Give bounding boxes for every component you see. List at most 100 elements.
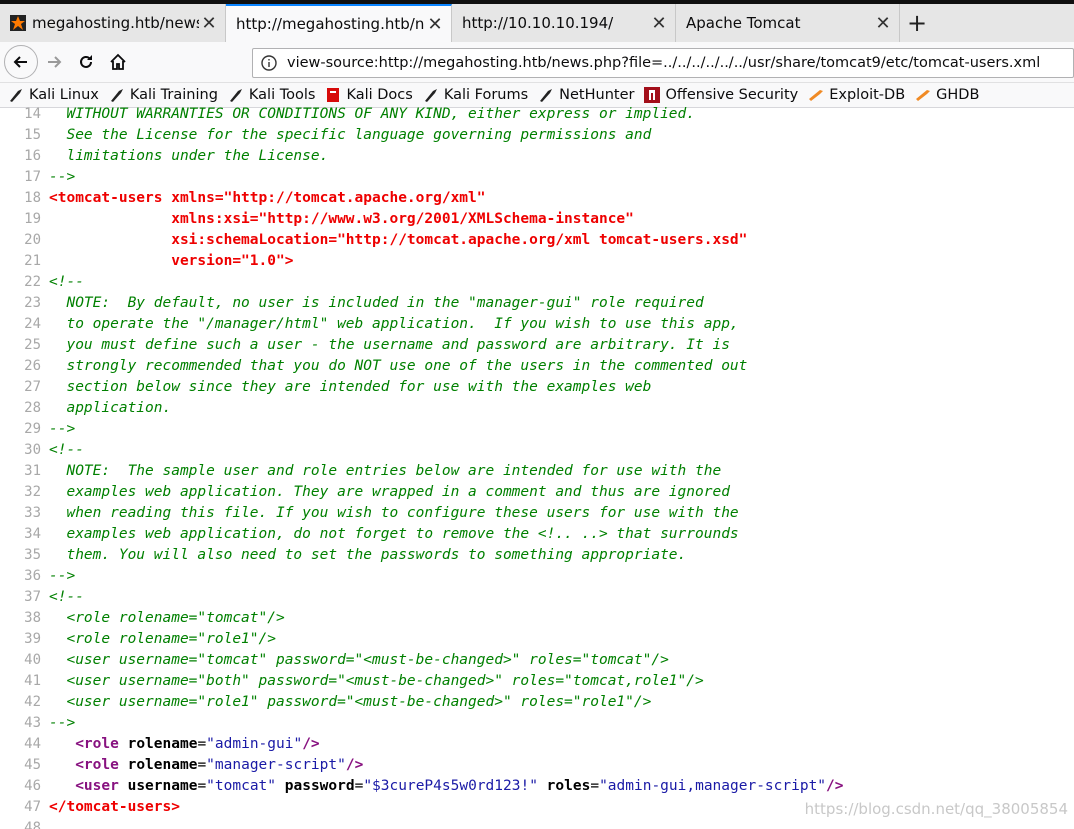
tab-title: http://10.10.10.194/ [462,14,614,32]
line-number: 37 [24,589,41,605]
line-number: 15 [24,127,41,143]
source-text: xmlns:xsi="http://www.w3.org/2001/XMLSch… [49,211,634,227]
bookmark-offensive-security[interactable]: Offensive Security [644,87,798,103]
line-number: 26 [24,358,41,374]
line-number: 47 [24,799,41,815]
kali-docs-icon [325,87,341,103]
source-text: xsi:schemaLocation="http://tomcat.apache… [49,232,748,248]
source-text: to operate the "/manager/html" web appli… [49,316,739,332]
line-number: 33 [24,505,41,521]
source-text: See the License for the specific languag… [49,127,652,143]
bookmark-kali-forums[interactable]: Kali Forums [423,87,528,103]
tab-title: http://megahosting.htb/new [236,15,425,33]
line-number: 30 [24,442,41,458]
bookmark-kali-training[interactable]: Kali Training [109,87,218,103]
exploit-db-icon [808,87,824,103]
kali-dragon-icon [109,87,125,103]
line-number: 48 [24,820,41,829]
close-tab-icon[interactable]: ✕ [199,13,219,34]
bookmark-label: Exploit-DB [829,87,906,103]
bookmark-label: Kali Tools [248,87,316,103]
source-text: <user username="tomcat" password="$3cure… [75,778,844,794]
line-number: 35 [24,547,41,563]
url-bar[interactable]: view-source:http://megahosting.htb/news.… [252,48,1074,78]
bookmark-kali-linux[interactable]: Kali Linux [8,87,99,103]
source-text: section below since they are intended fo… [49,379,652,395]
tab-title: Apache Tomcat [686,14,801,32]
info-icon[interactable] [261,55,277,71]
reload-button[interactable] [70,46,102,78]
line-number: 16 [24,148,41,164]
source-text: NOTE: The sample user and role entries b… [49,463,722,479]
offsec-icon [644,87,661,103]
bookmark-label: Kali Forums [443,87,529,103]
navigation-bar: view-source:http://megahosting.htb/news.… [0,42,1074,83]
source-text: <!-- [49,274,84,290]
url-text[interactable]: view-source:http://megahosting.htb/news.… [287,55,1040,71]
line-number: 31 [24,463,41,479]
kali-dragon-icon [228,87,244,103]
bookmark-ghdb[interactable]: GHDB [915,87,979,103]
source-text: <role rolename="manager-script"/> [75,757,364,773]
line-number: 32 [24,484,41,500]
source-text: --> [49,421,76,437]
source-text: limitations under the License. [49,148,329,164]
line-number: 22 [24,274,41,290]
tab-megahosting-news[interactable]: megahosting.htb/news.p ✕ [0,4,226,42]
tab-strip: megahosting.htb/news.p ✕ http://megahost… [0,0,1074,42]
home-button[interactable] [102,46,134,78]
close-tab-icon[interactable]: ✕ [425,14,445,35]
line-number: 41 [24,673,41,689]
source-text: them. You will also need to set the pass… [49,547,687,563]
source-text: <role rolename="tomcat"/> [49,610,285,626]
close-tab-icon[interactable]: ✕ [649,13,669,34]
watermark: https://blog.csdn.net/qq_38005854 [804,800,1068,818]
home-icon [110,53,126,70]
forward-arrow-icon [48,56,62,68]
kali-dragon-icon [423,87,439,103]
source-text: --> [49,169,76,185]
view-source-content: 14 WITHOUT WARRANTIES OR CONDITIONS OF A… [0,104,1074,829]
source-text: <role rolename="role1"/> [49,631,276,647]
source-text: <user username="both" password="<must-be… [49,673,704,689]
line-number: 14 [24,106,41,122]
source-text: <user username="role1" password="<must-b… [49,694,652,710]
close-tab-icon[interactable]: ✕ [873,13,893,34]
line-number: 45 [24,757,41,773]
line-number: 21 [24,253,41,269]
source-text: examples web application. They are wrapp… [49,484,730,500]
line-number: 46 [24,778,41,794]
source-text: when reading this file. If you wish to c… [49,505,739,521]
line-number: 36 [24,568,41,584]
source-text: NOTE: By default, no user is included in… [49,295,704,311]
back-button[interactable] [4,45,38,79]
line-number: 40 [24,652,41,668]
tab-view-source[interactable]: http://megahosting.htb/new ✕ [226,4,452,42]
line-number: 19 [24,211,41,227]
bookmark-exploit-db[interactable]: Exploit-DB [808,87,905,103]
source-text: --> [49,715,76,731]
source-text: <!-- [49,589,84,605]
source-text: strongly recommended that you do NOT use… [49,358,748,374]
bookmark-label: Kali Docs [346,87,413,103]
line-number: 20 [24,232,41,248]
source-text: <role rolename="admin-gui"/> [75,736,320,752]
source-text: WITHOUT WARRANTIES OR CONDITIONS OF ANY … [49,106,696,122]
line-number: 42 [24,694,41,710]
bookmark-label: Offensive Security [665,87,799,103]
tab-apache-tomcat[interactable]: Apache Tomcat ✕ [676,4,900,42]
kali-dragon-icon [8,87,24,103]
line-number: 24 [24,316,41,332]
forward-button[interactable] [38,46,70,78]
back-arrow-icon [13,56,27,68]
bookmark-kali-tools[interactable]: Kali Tools [228,87,316,103]
line-number: 23 [24,295,41,311]
bookmark-label: GHDB [936,87,980,103]
tab-title: megahosting.htb/news.p [32,14,199,32]
tab-ip-address[interactable]: http://10.10.10.194/ ✕ [452,4,676,42]
bookmark-kali-docs[interactable]: Kali Docs [325,87,413,103]
bookmark-nethunter[interactable]: NetHunter [538,87,634,103]
line-number: 18 [24,190,41,206]
new-tab-icon[interactable]: + [904,8,930,38]
source-text: version="1.0"> [49,253,294,269]
